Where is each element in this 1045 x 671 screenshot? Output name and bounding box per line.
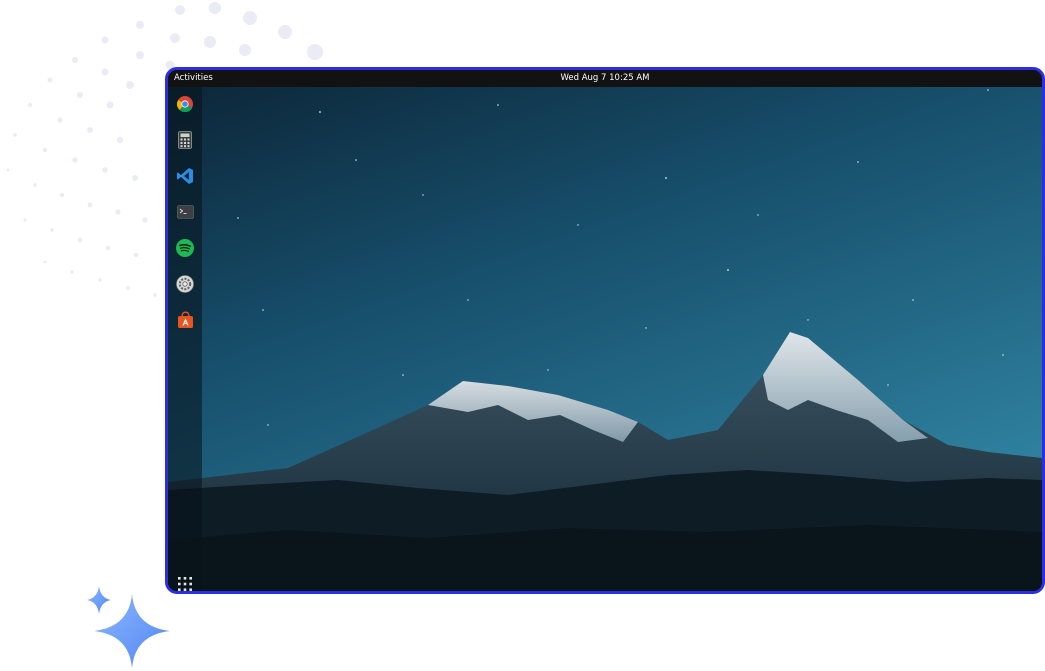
dock-item-calculator[interactable] [175,130,195,150]
dock-item-software-store[interactable] [175,310,195,330]
dock-item-chrome[interactable] [175,94,195,114]
calculator-icon [178,131,192,149]
vscode-icon [177,168,193,184]
spotify-icon [176,239,194,257]
dock-item-terminal[interactable] [175,202,195,222]
dock-item-vscode[interactable] [175,166,195,186]
clock-menu[interactable]: Wed Aug 7 10:25 AM [168,70,1042,87]
settings-icon [176,275,194,293]
sparkle-icon [87,586,170,668]
mountain-wallpaper [168,70,1042,591]
dock-item-settings[interactable] [175,274,195,294]
dock [168,87,202,591]
show-applications-icon[interactable] [177,576,193,592]
chrome-icon [177,96,193,112]
terminal-icon [176,205,194,219]
top-bar: Activities Wed Aug 7 10:25 AM [168,70,1042,87]
dock-item-spotify[interactable] [175,238,195,258]
software-store-icon [177,311,193,328]
desktop-screen: Activities Wed Aug 7 10:25 AM [165,67,1045,594]
